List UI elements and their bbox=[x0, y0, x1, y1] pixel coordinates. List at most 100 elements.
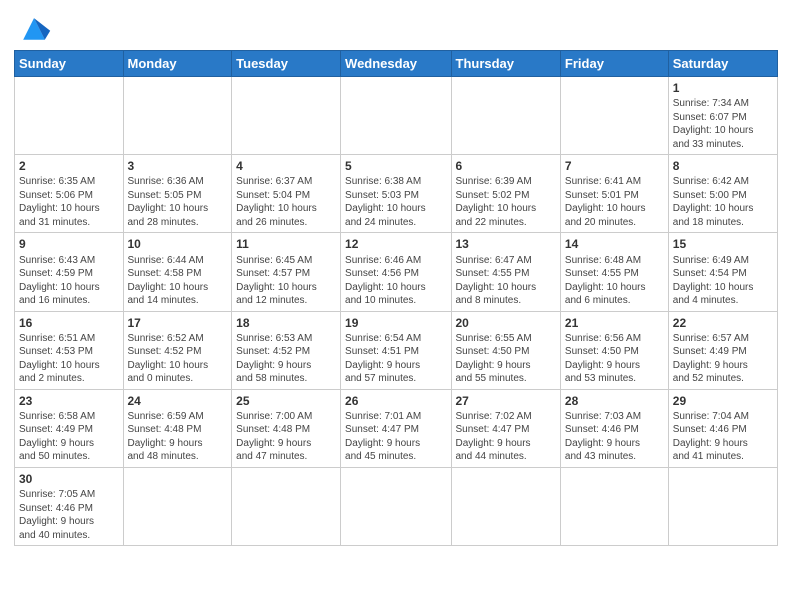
day-cell: 24Sunrise: 6:59 AM Sunset: 4:48 PM Dayli… bbox=[123, 389, 232, 467]
day-number: 28 bbox=[565, 393, 664, 409]
day-number: 29 bbox=[673, 393, 773, 409]
day-cell: 16Sunrise: 6:51 AM Sunset: 4:53 PM Dayli… bbox=[15, 311, 124, 389]
day-cell bbox=[232, 77, 341, 155]
day-info: Sunrise: 7:34 AM Sunset: 6:07 PM Dayligh… bbox=[673, 97, 773, 151]
day-info: Sunrise: 6:42 AM Sunset: 5:00 PM Dayligh… bbox=[673, 175, 773, 229]
day-number: 27 bbox=[456, 393, 556, 409]
day-cell: 6Sunrise: 6:39 AM Sunset: 5:02 PM Daylig… bbox=[451, 155, 560, 233]
day-cell: 9Sunrise: 6:43 AM Sunset: 4:59 PM Daylig… bbox=[15, 233, 124, 311]
day-number: 7 bbox=[565, 158, 664, 174]
day-cell: 5Sunrise: 6:38 AM Sunset: 5:03 PM Daylig… bbox=[341, 155, 451, 233]
day-info: Sunrise: 6:43 AM Sunset: 4:59 PM Dayligh… bbox=[19, 254, 119, 308]
day-cell: 3Sunrise: 6:36 AM Sunset: 5:05 PM Daylig… bbox=[123, 155, 232, 233]
day-number: 26 bbox=[345, 393, 446, 409]
day-cell: 15 Sunrise: 6:49 AM Sunset: 4:54 PM Dayli… bbox=[668, 233, 777, 311]
header bbox=[14, 10, 778, 42]
day-cell: 12Sunrise: 6:46 AM Sunset: 4:56 PM Dayli… bbox=[341, 233, 451, 311]
day-cell bbox=[451, 467, 560, 545]
day-cell: 29Sunrise: 7:04 AM Sunset: 4:46 PM Dayli… bbox=[668, 389, 777, 467]
day-info: Sunrise: 6:38 AM Sunset: 5:03 PM Dayligh… bbox=[345, 175, 446, 229]
day-info: Sunrise: 6:35 AM Sunset: 5:06 PM Dayligh… bbox=[19, 175, 119, 229]
day-cell: 17Sunrise: 6:52 AM Sunset: 4:52 PM Dayli… bbox=[123, 311, 232, 389]
day-number: 16 bbox=[19, 315, 119, 331]
day-cell: 4Sunrise: 6:37 AM Sunset: 5:04 PM Daylig… bbox=[232, 155, 341, 233]
day-info: Sunrise: 6:51 AM Sunset: 4:53 PM Dayligh… bbox=[19, 332, 119, 386]
day-cell: 27Sunrise: 7:02 AM Sunset: 4:47 PM Dayli… bbox=[451, 389, 560, 467]
day-info: Sunrise: 6:41 AM Sunset: 5:01 PM Dayligh… bbox=[565, 175, 664, 229]
day-info: Sunrise: 6:58 AM Sunset: 4:49 PM Dayligh… bbox=[19, 410, 119, 464]
day-number: 30 bbox=[19, 471, 119, 487]
day-cell: 21Sunrise: 6:56 AM Sunset: 4:50 PM Dayli… bbox=[560, 311, 668, 389]
day-info: Sunrise: 6:45 AM Sunset: 4:57 PM Dayligh… bbox=[236, 254, 336, 308]
day-cell bbox=[232, 467, 341, 545]
day-number: 10 bbox=[128, 236, 228, 252]
day-cell: 28Sunrise: 7:03 AM Sunset: 4:46 PM Dayli… bbox=[560, 389, 668, 467]
day-info: Sunrise: 6:49 AM Sunset: 4:54 PM Dayligh… bbox=[673, 254, 773, 308]
weekday-header-monday: Monday bbox=[123, 51, 232, 77]
day-cell: 26Sunrise: 7:01 AM Sunset: 4:47 PM Dayli… bbox=[341, 389, 451, 467]
day-info: Sunrise: 6:59 AM Sunset: 4:48 PM Dayligh… bbox=[128, 410, 228, 464]
page: SundayMondayTuesdayWednesdayThursdayFrid… bbox=[0, 0, 792, 612]
day-cell: 22Sunrise: 6:57 AM Sunset: 4:49 PM Dayli… bbox=[668, 311, 777, 389]
day-cell bbox=[560, 77, 668, 155]
day-cell bbox=[668, 467, 777, 545]
day-info: Sunrise: 6:53 AM Sunset: 4:52 PM Dayligh… bbox=[236, 332, 336, 386]
day-info: Sunrise: 7:04 AM Sunset: 4:46 PM Dayligh… bbox=[673, 410, 773, 464]
weekday-header-thursday: Thursday bbox=[451, 51, 560, 77]
day-number: 1 bbox=[673, 80, 773, 96]
day-number: 22 bbox=[673, 315, 773, 331]
weekday-header-saturday: Saturday bbox=[668, 51, 777, 77]
day-number: 20 bbox=[456, 315, 556, 331]
logo bbox=[14, 14, 52, 42]
day-cell bbox=[123, 467, 232, 545]
day-cell: 14 Sunrise: 6:48 AM Sunset: 4:55 PM Dayli… bbox=[560, 233, 668, 311]
day-number: 15 bbox=[673, 236, 773, 252]
day-number: 8 bbox=[673, 158, 773, 174]
week-row-4: 23Sunrise: 6:58 AM Sunset: 4:49 PM Dayli… bbox=[15, 389, 778, 467]
day-number: 21 bbox=[565, 315, 664, 331]
day-number: 5 bbox=[345, 158, 446, 174]
day-info: Sunrise: 6:36 AM Sunset: 5:05 PM Dayligh… bbox=[128, 175, 228, 229]
day-cell: 8Sunrise: 6:42 AM Sunset: 5:00 PM Daylig… bbox=[668, 155, 777, 233]
day-cell: 19Sunrise: 6:54 AM Sunset: 4:51 PM Dayli… bbox=[341, 311, 451, 389]
day-cell: 23Sunrise: 6:58 AM Sunset: 4:49 PM Dayli… bbox=[15, 389, 124, 467]
week-row-1: 2Sunrise: 6:35 AM Sunset: 5:06 PM Daylig… bbox=[15, 155, 778, 233]
weekday-header-friday: Friday bbox=[560, 51, 668, 77]
day-info: Sunrise: 7:00 AM Sunset: 4:48 PM Dayligh… bbox=[236, 410, 336, 464]
day-number: 24 bbox=[128, 393, 228, 409]
day-cell: 1Sunrise: 7:34 AM Sunset: 6:07 PM Daylig… bbox=[668, 77, 777, 155]
day-info: Sunrise: 6:37 AM Sunset: 5:04 PM Dayligh… bbox=[236, 175, 336, 229]
day-cell: 10 Sunrise: 6:44 AM Sunset: 4:58 PM Dayli… bbox=[123, 233, 232, 311]
day-cell bbox=[560, 467, 668, 545]
day-number: 25 bbox=[236, 393, 336, 409]
weekday-header-sunday: Sunday bbox=[15, 51, 124, 77]
day-cell: 18Sunrise: 6:53 AM Sunset: 4:52 PM Dayli… bbox=[232, 311, 341, 389]
day-cell: 30Sunrise: 7:05 AM Sunset: 4:46 PM Dayli… bbox=[15, 467, 124, 545]
day-number: 23 bbox=[19, 393, 119, 409]
logo-icon bbox=[16, 14, 52, 42]
week-row-2: 9Sunrise: 6:43 AM Sunset: 4:59 PM Daylig… bbox=[15, 233, 778, 311]
day-info: Sunrise: 6:56 AM Sunset: 4:50 PM Dayligh… bbox=[565, 332, 664, 386]
day-number: 4 bbox=[236, 158, 336, 174]
day-number: 14 bbox=[565, 236, 664, 252]
day-number: 13 bbox=[456, 236, 556, 252]
day-info: Sunrise: 6:48 AM Sunset: 4:55 PM Dayligh… bbox=[565, 254, 664, 308]
weekday-header-row: SundayMondayTuesdayWednesdayThursdayFrid… bbox=[15, 51, 778, 77]
weekday-header-tuesday: Tuesday bbox=[232, 51, 341, 77]
day-cell bbox=[341, 467, 451, 545]
day-info: Sunrise: 6:44 AM Sunset: 4:58 PM Dayligh… bbox=[128, 254, 228, 308]
day-cell: 2Sunrise: 6:35 AM Sunset: 5:06 PM Daylig… bbox=[15, 155, 124, 233]
day-cell: 13Sunrise: 6:47 AM Sunset: 4:55 PM Dayli… bbox=[451, 233, 560, 311]
week-row-5: 30Sunrise: 7:05 AM Sunset: 4:46 PM Dayli… bbox=[15, 467, 778, 545]
day-cell: 25Sunrise: 7:00 AM Sunset: 4:48 PM Dayli… bbox=[232, 389, 341, 467]
day-info: Sunrise: 6:39 AM Sunset: 5:02 PM Dayligh… bbox=[456, 175, 556, 229]
day-cell: 20Sunrise: 6:55 AM Sunset: 4:50 PM Dayli… bbox=[451, 311, 560, 389]
day-number: 2 bbox=[19, 158, 119, 174]
day-info: Sunrise: 7:01 AM Sunset: 4:47 PM Dayligh… bbox=[345, 410, 446, 464]
day-number: 11 bbox=[236, 236, 336, 252]
calendar-table: SundayMondayTuesdayWednesdayThursdayFrid… bbox=[14, 50, 778, 546]
week-row-0: 1Sunrise: 7:34 AM Sunset: 6:07 PM Daylig… bbox=[15, 77, 778, 155]
day-cell: 11 Sunrise: 6:45 AM Sunset: 4:57 PM Dayli… bbox=[232, 233, 341, 311]
day-info: Sunrise: 6:54 AM Sunset: 4:51 PM Dayligh… bbox=[345, 332, 446, 386]
day-info: Sunrise: 6:52 AM Sunset: 4:52 PM Dayligh… bbox=[128, 332, 228, 386]
